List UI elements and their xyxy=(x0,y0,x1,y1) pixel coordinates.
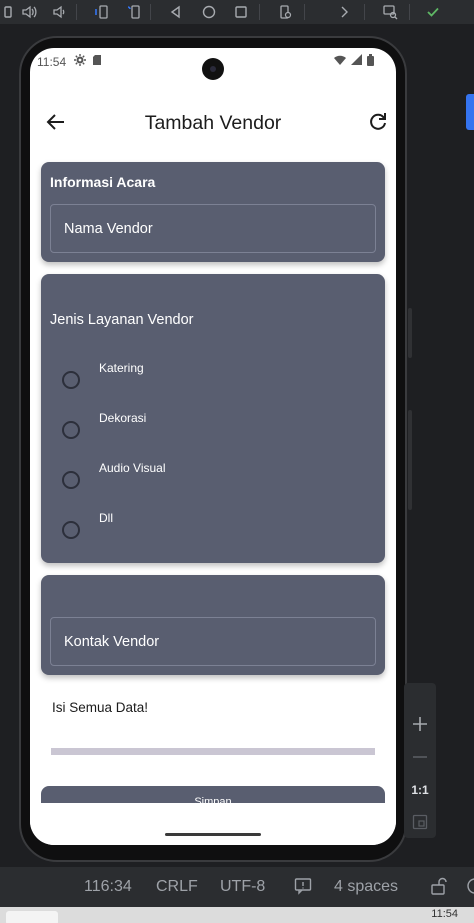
radio-label: Katering xyxy=(99,361,144,375)
taskbar-clock: 11:54 xyxy=(431,908,458,920)
volume-up-icon xyxy=(22,5,37,19)
sd-card-icon xyxy=(93,55,101,65)
toolbar-separator xyxy=(76,4,77,20)
device-gear-icon xyxy=(280,5,292,19)
zoom-out-button[interactable] xyxy=(404,741,436,773)
os-taskbar: 11:54 xyxy=(0,907,474,923)
validation-message: Isi Semua Data! xyxy=(52,700,149,715)
taskbar-item[interactable] xyxy=(6,911,58,923)
notification-icon[interactable] xyxy=(294,877,312,900)
emulator-toolbar xyxy=(0,0,474,24)
radio-button[interactable] xyxy=(62,521,80,539)
page-title: Tambah Vendor xyxy=(144,112,282,134)
plus-icon xyxy=(413,717,427,731)
status-icons-left xyxy=(74,54,102,66)
device-volume-rocker[interactable] xyxy=(408,410,412,510)
device-side-button[interactable] xyxy=(408,308,412,358)
file-encoding[interactable]: UTF-8 xyxy=(220,878,265,896)
apply-button[interactable] xyxy=(420,0,446,24)
radio-label: Audio Visual xyxy=(99,461,166,475)
field-label: Kontak Vendor xyxy=(64,634,160,650)
volume-down-icon xyxy=(53,5,65,19)
checkmark-icon xyxy=(427,7,439,17)
toolbar-separator xyxy=(364,4,365,20)
zoom-controls: 1:1 xyxy=(404,683,436,838)
rotate-right-button[interactable] xyxy=(121,0,147,24)
toolbar-separator xyxy=(259,4,260,20)
gear-icon xyxy=(74,54,86,66)
volume-up-button[interactable] xyxy=(16,0,42,24)
circle-home-icon xyxy=(202,5,216,19)
lock-icon[interactable] xyxy=(430,877,448,900)
screen-inspect-button[interactable] xyxy=(377,0,403,24)
wifi-icon xyxy=(334,55,346,65)
line-ending[interactable]: CRLF xyxy=(156,878,198,896)
radio-label: Dekorasi xyxy=(99,411,147,425)
chevron-right-icon xyxy=(341,6,348,18)
overview-nav-button[interactable] xyxy=(228,0,254,24)
event-info-card: Informasi Acara Nama Vendor xyxy=(41,162,385,262)
vendor-name-field[interactable]: Nama Vendor xyxy=(50,204,376,253)
radio-button[interactable] xyxy=(62,471,80,489)
zoom-in-button[interactable] xyxy=(404,708,436,740)
signal-icon xyxy=(351,54,362,65)
card-heading: Jenis Layanan Vendor xyxy=(50,312,194,328)
card-heading: Informasi Acara xyxy=(50,174,156,190)
back-nav-button[interactable] xyxy=(163,0,189,24)
rotate-left-button[interactable] xyxy=(89,0,115,24)
progress-bar xyxy=(51,748,375,755)
toolbar-separator xyxy=(304,4,305,20)
square-overview-icon xyxy=(235,6,247,18)
zoom-fit-button[interactable] xyxy=(404,806,436,838)
device-screen: 11:54 Tambah Vendor Informasi Acara Nama… xyxy=(30,48,396,845)
caret-position[interactable]: 116:34 xyxy=(84,878,132,896)
radio-label: Dll xyxy=(99,511,113,525)
indent-setting[interactable]: 4 spaces xyxy=(334,878,398,896)
volume-down-button[interactable] xyxy=(46,0,72,24)
fit-screen-icon xyxy=(412,814,428,830)
radio-option-dekorasi[interactable]: Dekorasi xyxy=(41,406,385,456)
navigation-bar xyxy=(30,803,396,845)
zoom-actual-size-button[interactable]: 1:1 xyxy=(404,774,436,806)
ide-status-bar: 116:34 CRLF UTF-8 4 spaces xyxy=(0,867,474,907)
camera-cutout xyxy=(202,58,224,80)
status-icons-right xyxy=(334,54,374,66)
radio-button[interactable] xyxy=(62,421,80,439)
power-icon xyxy=(4,6,12,18)
more-button[interactable] xyxy=(331,0,357,24)
refresh-button[interactable] xyxy=(366,110,390,134)
minus-icon xyxy=(413,756,427,758)
device-settings-button[interactable] xyxy=(272,0,298,24)
rotate-right-icon xyxy=(127,5,140,19)
toolbar-separator xyxy=(150,4,151,20)
service-type-card: Jenis Layanan Vendor Katering Dekorasi A… xyxy=(41,274,385,563)
screen-search-icon xyxy=(383,5,398,20)
status-time: 11:54 xyxy=(37,55,67,69)
radio-option-katering[interactable]: Katering xyxy=(41,356,385,406)
side-panel-accent xyxy=(466,94,474,130)
refresh-icon xyxy=(370,113,386,130)
field-label: Nama Vendor xyxy=(64,221,153,237)
vendor-contact-card: Kontak Vendor xyxy=(41,575,385,675)
gesture-handle[interactable] xyxy=(165,833,261,836)
home-nav-button[interactable] xyxy=(196,0,222,24)
radio-option-audio-visual[interactable]: Audio Visual xyxy=(41,456,385,506)
app-bar: Tambah Vendor xyxy=(30,100,396,144)
radio-option-dll[interactable]: Dll xyxy=(41,506,385,556)
triangle-back-icon xyxy=(170,5,180,19)
radio-button[interactable] xyxy=(62,371,80,389)
profile-icon[interactable] xyxy=(466,877,474,900)
rotate-left-icon xyxy=(95,5,108,19)
battery-icon xyxy=(367,54,374,66)
vendor-contact-field[interactable]: Kontak Vendor xyxy=(50,617,376,666)
toolbar-separator xyxy=(409,4,410,20)
